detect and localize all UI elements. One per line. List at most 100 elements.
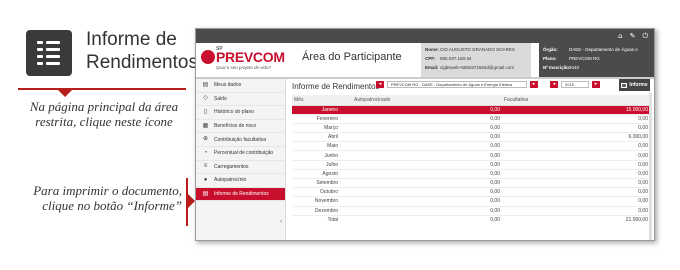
instruction-note-icon: Na página principal da área restrita, cl… — [29, 99, 179, 129]
sidebar-item-informe[interactable]: ▤ Informe de Rendimentos — [196, 187, 285, 202]
sidebar-item-percentual[interactable]: ◔ Percentual de contribuição — [196, 147, 285, 161]
wrench-icon[interactable]: ✎ — [630, 32, 636, 40]
col-autopatrocinado: Autopatrocinado — [352, 95, 502, 106]
autopatrocinado-cell: 0,00 — [352, 105, 502, 115]
rendimentos-table: Mês Autopatrocinado Facultativa Janeiro 0… — [292, 95, 650, 224]
org-name: DAEE - Departamento de Águas e — [569, 47, 638, 52]
user-name: CID AUGUSTO GRANADO SOARES — [440, 47, 515, 52]
logout-icon[interactable]: ⏻ — [642, 32, 648, 40]
user-cpf: 555.037.158-34 — [440, 56, 472, 61]
printer-icon — [621, 82, 628, 88]
informe-button[interactable]: Informe — [619, 79, 650, 91]
col-facultativa: Facultativa — [502, 95, 650, 106]
prevcom-logo[interactable]: SP PREVCOM Qual o seu projeto de vida? — [201, 46, 291, 74]
table-row: Fevereiro 0,00 0,00 — [292, 114, 650, 124]
org-info-box: Órgão: DAEE - Departamento de Águas e Pl… — [539, 43, 654, 77]
inscription-row: Nº Inscrição: 3440 — [543, 65, 580, 70]
plan-name: PREVCOM RG — [569, 56, 600, 61]
month-cell: Agosto — [292, 169, 352, 180]
sidebar-item-autopatrocinio[interactable]: ● Autopatrocínio — [196, 174, 285, 188]
month-cell: Abril — [292, 132, 352, 143]
autopatrocinado-cell: 0,00 — [352, 169, 502, 180]
sidebar-item-saldo[interactable]: ◇ Saldo — [196, 93, 285, 107]
sidebar-item-meus-dados[interactable]: ▤ Meus dados — [196, 79, 285, 93]
month-cell: Novembro — [292, 196, 352, 207]
red-divider — [18, 88, 186, 97]
document-icon: ▯ — [203, 108, 208, 115]
month-cell: Junho — [292, 150, 352, 161]
year-prev-button[interactable]: ◂ — [550, 81, 558, 88]
user-info-box: Nome: CID AUGUSTO GRANADO SOARES CPF: 55… — [421, 43, 531, 77]
autopatrocinado-cell: 0,00 — [352, 114, 502, 124]
sidebar-item-historico[interactable]: ▯ Histórico do plano — [196, 106, 285, 120]
sidebar: ▤ Meus dados ◇ Saldo ▯ Histórico do plan… — [196, 79, 286, 240]
plan-next-button[interactable]: ▸ — [530, 81, 538, 88]
main-header: Informe de Rendimentos ◂ PREVCOM RG - DA… — [292, 79, 652, 93]
month-cell: Julho — [292, 160, 352, 170]
facultativa-cell: 21.000,00 — [625, 217, 648, 224]
pie-chart-icon: ◔ — [203, 149, 208, 156]
header: SP PREVCOM Qual o seu projeto de vida? Á… — [196, 43, 654, 77]
autopatrocinado-cell: 0,00 — [352, 150, 502, 161]
table-row: Janeiro 0,00 15.000,00 — [292, 105, 650, 115]
month-cell: Total — [327, 217, 338, 224]
facultativa-cell: 0,00 — [502, 206, 650, 216]
table-row: Setembro 0,00 0,00 — [292, 178, 650, 189]
home-icon[interactable]: ⌂ — [618, 32, 622, 40]
main-panel: Informe de Rendimentos ◂ PREVCOM RG - DA… — [292, 79, 652, 240]
facultativa-cell: 0,00 — [502, 178, 650, 189]
month-cell: Setembro — [292, 178, 352, 189]
panel-title-line2: Rendimentos — [86, 52, 198, 73]
grid-icon: ▦ — [202, 122, 209, 129]
tag-icon: ◇ — [203, 95, 208, 102]
table-row: Junho 0,00 0,00 — [292, 150, 650, 161]
sidebar-item-beneficios[interactable]: ▦ Benefícios de risco — [196, 120, 285, 134]
autopatrocinado-cell: 0,00 — [352, 187, 502, 198]
month-cell: Dezembro — [292, 206, 352, 216]
logo-tagline: Qual o seu projeto de vida? — [216, 65, 272, 70]
year-select[interactable]: 2015 — [561, 81, 589, 88]
top-toolbar: ⌂ ✎ ⏻ — [196, 29, 654, 43]
sidebar-collapse-icon[interactable]: ‹ — [280, 219, 282, 225]
table-header: Mês Autopatrocinado Facultativa — [292, 95, 650, 106]
month-cell: Março — [292, 123, 352, 134]
id-card-icon: ▤ — [202, 81, 209, 88]
area-title: Área do Participante — [302, 51, 402, 63]
facultativa-cell: 0,00 — [502, 123, 650, 134]
month-cell: Outubro — [292, 187, 352, 198]
facultativa-cell: 0,00 — [502, 196, 650, 207]
table-row: Abril 0,00 6.000,00 — [292, 132, 650, 143]
user-email-row: Email: cigbsweb+5550371583d@gmail.com — [425, 65, 514, 70]
scrollbar[interactable] — [649, 93, 652, 240]
app-window: ⌂ ✎ ⏻ SP PREVCOM Qual o seu projeto de v… — [195, 28, 655, 241]
panel-title-line1: Informe de — [86, 29, 177, 50]
autopatrocinado-cell: 0,00 — [352, 196, 502, 207]
month-cell: Maio — [292, 141, 352, 152]
table-row: Julho 0,00 0,00 — [292, 160, 650, 170]
facultativa-cell: 0,00 — [502, 169, 650, 180]
autopatrocinado-cell: 0,00 — [490, 217, 500, 224]
year-next-button[interactable]: ▸ — [592, 81, 600, 88]
document-lines-icon — [26, 30, 72, 76]
user-cpf-row: CPF: 555.037.158-34 — [425, 56, 472, 61]
table-row: Março 0,00 0,00 — [292, 123, 650, 134]
user-name-row: Nome: CID AUGUSTO GRANADO SOARES — [425, 47, 515, 52]
autopatrocinado-cell: 0,00 — [352, 123, 502, 134]
plus-circle-icon: ⊕ — [202, 136, 209, 143]
sidebar-item-carregamentos[interactable]: ≡ Carregamentos — [196, 161, 285, 175]
instruction-note-button: Para imprimir o documento, clique no bot… — [33, 183, 182, 213]
facultativa-cell: 6.000,00 — [502, 132, 650, 143]
org-row: Órgão: DAEE - Departamento de Águas e — [543, 47, 638, 52]
table-row: Maio 0,00 0,00 — [292, 141, 650, 152]
inscription-number: 3440 — [569, 65, 580, 70]
table-row: Dezembro 0,00 0,00 — [292, 206, 650, 216]
plan-row: Plano: PREVCOM RG — [543, 56, 600, 61]
logo-brand: PREVCOM — [216, 49, 285, 65]
person-icon: ● — [203, 176, 208, 183]
plan-select[interactable]: PREVCOM RG - DAEE - Departamento de Água… — [387, 81, 527, 88]
facultativa-cell: 0,00 — [502, 150, 650, 161]
table-total-row: Total 0,00 21.000,00 — [292, 215, 650, 224]
sidebar-item-contribuicao[interactable]: ⊕ Contribuição facultativa — [196, 133, 285, 147]
plan-prev-button[interactable]: ◂ — [376, 81, 384, 88]
autopatrocinado-cell: 0,00 — [352, 178, 502, 189]
